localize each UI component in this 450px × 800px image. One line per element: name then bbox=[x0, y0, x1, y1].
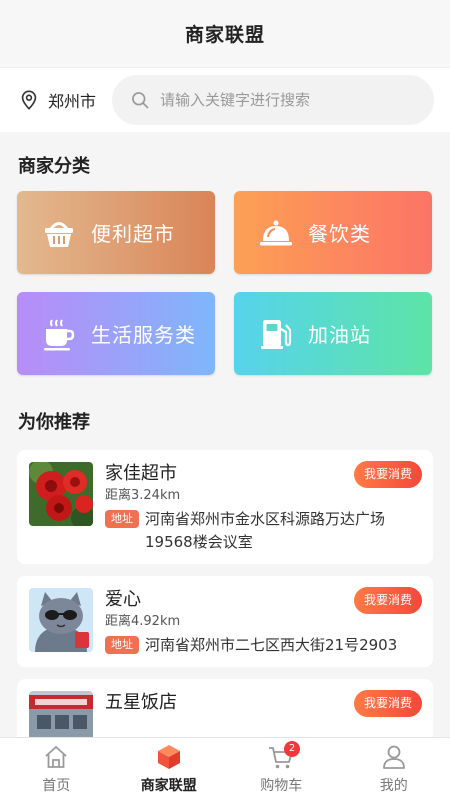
category-food[interactable]: 餐饮类 bbox=[234, 191, 432, 274]
category-gas-station[interactable]: 加油站 bbox=[234, 292, 432, 375]
top-bar: 商家联盟 bbox=[0, 0, 450, 68]
bottom-tab-bar: 首页 商家联盟 2 购物车 我的 bbox=[0, 737, 450, 800]
categories-heading: 商家分类 bbox=[18, 156, 90, 177]
address-tag: 地址 bbox=[105, 510, 139, 528]
category-convenience-store[interactable]: 便利超市 bbox=[17, 191, 215, 274]
shop-thumbnail bbox=[29, 588, 93, 652]
coffee-cup-icon bbox=[41, 316, 77, 352]
main-content: 商家分类 便利超市 餐饮类 生活服务类 加油站 为你推荐 家佳超市 距离3.24… bbox=[0, 132, 450, 765]
search-icon bbox=[132, 92, 149, 109]
tab-home[interactable]: 首页 bbox=[0, 738, 113, 800]
location-pin-icon bbox=[21, 90, 37, 110]
tab-label: 我的 bbox=[379, 778, 408, 794]
gas-pump-icon bbox=[258, 316, 294, 352]
tab-label: 购物车 bbox=[260, 778, 303, 794]
category-grid: 便利超市 餐饮类 生活服务类 加油站 bbox=[17, 191, 433, 375]
user-icon bbox=[382, 745, 405, 769]
shop-address: 河南省郑州市二七区西大街21号2903 bbox=[145, 636, 398, 654]
consume-button[interactable]: 我要消费 bbox=[353, 587, 422, 614]
shop-distance: 距离3.24km bbox=[105, 488, 181, 503]
tab-label: 首页 bbox=[42, 778, 71, 794]
shop-address: 河南省郑州市金水区科源路万达广场19568楼会议室 bbox=[145, 510, 386, 551]
tab-cart[interactable]: 2 购物车 bbox=[225, 738, 338, 800]
category-label: 生活服务类 bbox=[91, 323, 196, 347]
search-bar: 郑州市 bbox=[0, 68, 450, 132]
tab-merchant-alliance[interactable]: 商家联盟 bbox=[113, 738, 226, 800]
cube-icon bbox=[157, 745, 180, 769]
category-life-services[interactable]: 生活服务类 bbox=[17, 292, 215, 375]
tab-label: 商家联盟 bbox=[140, 778, 197, 794]
city-name: 郑州市 bbox=[48, 92, 97, 111]
category-label: 餐饮类 bbox=[308, 222, 371, 246]
recommend-heading: 为你推荐 bbox=[18, 412, 90, 433]
search-box[interactable] bbox=[112, 75, 434, 125]
cart-badge: 2 bbox=[284, 741, 300, 757]
search-input[interactable] bbox=[160, 91, 416, 109]
page-title: 商家联盟 bbox=[184, 24, 265, 46]
address-tag: 地址 bbox=[105, 636, 139, 654]
consume-button[interactable]: 我要消费 bbox=[353, 461, 422, 488]
category-label: 加油站 bbox=[308, 323, 371, 347]
tab-mine[interactable]: 我的 bbox=[338, 738, 450, 800]
consume-button[interactable]: 我要消费 bbox=[353, 690, 422, 717]
shop-thumbnail bbox=[29, 462, 93, 526]
basket-icon bbox=[41, 215, 77, 251]
home-icon bbox=[45, 746, 67, 768]
shop-distance: 距离4.92km bbox=[105, 614, 181, 629]
city-selector[interactable]: 郑州市 bbox=[18, 88, 112, 112]
shop-card[interactable]: 家佳超市 距离3.24km 地址 河南省郑州市金水区科源路万达广场19568楼会… bbox=[17, 450, 433, 564]
food-cover-icon bbox=[258, 215, 294, 251]
shop-card[interactable]: 爱心 距离4.92km 地址 河南省郑州市二七区西大街21号2903 我要消费 bbox=[17, 576, 433, 667]
category-label: 便利超市 bbox=[91, 222, 175, 246]
